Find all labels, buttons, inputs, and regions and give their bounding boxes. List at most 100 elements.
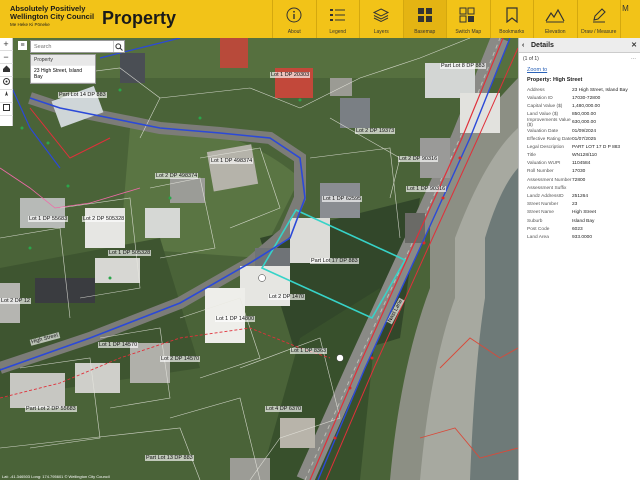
attribute-row: Assessment Number 72800 [527,176,640,184]
attribute-row: Title WN128/110 [527,152,640,160]
menu-icon[interactable]: ⋯ [631,56,636,62]
elevation-icon [545,5,565,25]
basemap-button[interactable]: Basemap [402,0,446,38]
attribute-key: Assessment Suffix [527,185,567,191]
lot-label: Lot 1 DP 62595 [322,196,363,202]
council-logo: Absolutely Positively Wellington City Co… [0,0,96,38]
lot-label: Lot 2 DP 12 [0,298,31,304]
lot-label: Part Lot 2 DP 55683 [25,406,77,412]
layers-label: Layers [373,29,389,35]
attribute-value: 850,000.00 [572,112,597,118]
switch-map-button[interactable]: Switch Map [446,0,490,38]
search-expand-button[interactable]: ≡ [18,41,27,50]
draw-icon [589,5,609,25]
app-title: Property [102,8,177,28]
lot-label: Lot 1 DP 55683 [28,216,69,222]
lot-label: Lot 2 DP 14570 [160,356,201,362]
lot-label: Lot 2 DP 498374 [155,173,199,179]
lot-label: Lot 1 DP 14800 [215,316,256,322]
elevation-button[interactable]: Elevation [533,0,577,38]
attribute-row: Address 23 High Street, Island Bay [527,86,640,94]
attribute-row: Street Number 23 [527,201,640,209]
lot-label: Lot 1 DP 8363 [290,348,328,354]
search-icon [115,42,123,51]
about-button[interactable]: About [272,0,316,38]
attribute-value: 6023 [572,226,583,232]
lot-label: Part Lot 8 DP 883 [440,63,486,69]
home-button[interactable] [0,64,13,77]
result-navigation: (1 of 1) ⋯ [519,53,640,64]
legend-icon [328,5,348,25]
attribute-key: Valuation ID [527,95,553,101]
attribute-value: 23 [572,202,578,208]
attribute-key: Street Number [527,202,559,208]
fullscreen-button[interactable] [0,103,13,116]
property-attributes: Address 23 High Street, Island Bay Valuati… [519,86,640,242]
compass-icon [4,91,8,96]
attribute-value: 23 High Street, Island Bay [572,87,628,93]
search-button[interactable] [113,41,124,52]
legend-button[interactable]: Legend [315,0,360,38]
attribute-key: Suburb [527,218,543,224]
layers-button[interactable]: Layers [359,0,403,38]
attribute-key: Street Name [527,210,554,216]
details-header: ‹ Details ✕ [519,38,640,53]
attribute-row: Roll Number 17030 [527,168,640,176]
attribute-key: Post Code [527,226,550,232]
attribute-row: Improvements Value ($) 630,000.00 [527,118,640,128]
property-title: Property: High Street [527,77,583,83]
search-box [30,40,125,53]
attribute-key: Valuation Date [527,128,559,134]
legend-label: Legend [329,29,347,35]
elevation-label: Elevation [544,29,566,35]
attribute-value: PART LOT 17 D P 883 [572,144,621,150]
attribute-key: Assessment Number [527,177,572,183]
search-input[interactable] [31,41,113,52]
fullscreen-icon [2,104,10,111]
basemap-icon [415,5,435,25]
compass-button[interactable] [0,90,13,103]
search-results-header: Property [31,55,95,66]
map-controls: + − [0,38,13,126]
zoom-to-link[interactable]: Zoom to [519,64,640,75]
map-attribution: Lat: -41.346503 Long: 174.795601 © Welli… [2,474,110,479]
attribute-value: 17030 [572,169,586,175]
attribute-value: High Street [572,210,596,216]
app-header: Absolutely Positively Wellington City Co… [0,0,640,38]
bookmarks-label: Bookmarks [499,29,525,35]
attribute-value: Island Bay [572,218,595,224]
lot-label: Lot 1 DP 14570 [98,342,139,348]
logo-line-2: Wellington City Council [10,12,95,21]
close-icon[interactable]: ✕ [631,41,637,49]
attribute-key: Land Value ($) [527,112,559,118]
switch-map-label: Switch Map [455,29,482,35]
locate-button[interactable] [0,77,13,90]
details-panel: ‹ Details ✕ (1 of 1) ⋯ Zoom to Property:… [518,38,640,480]
lot-label: Part Lot 17 DP 883 [310,258,359,264]
zoom-in-button[interactable]: + [0,38,13,51]
bookmarks-button[interactable]: Bookmarks [489,0,534,38]
collapse-icon[interactable]: ‹ [522,38,528,53]
search-results: Property 23 High Street, Island Bay [30,54,96,84]
attribute-key: Address [527,87,545,93]
home-icon [2,65,10,72]
attribute-row: Valuation WUPI 1104584 [527,160,640,168]
attribute-row: Street Name High Street [527,209,640,217]
attribute-value: 1104584 [572,161,591,167]
attribute-value: 01/07/2025 [572,136,597,142]
map-view[interactable]: Part Lot 14 DP 883 Lot 1 DP 20303 Part L… [0,38,518,480]
attribute-row: Valuation ID 17030-72800 [527,94,640,102]
attribute-row: Effective Rating Date 01/07/2025 [527,135,640,143]
zoom-out-button[interactable]: − [0,51,13,64]
lot-label: Lot 2 DP 90316 [398,156,439,162]
draw-measure-button[interactable]: Draw / Measure [576,0,621,38]
info-icon [284,5,304,25]
bookmark-icon [502,5,522,25]
attribute-key: Landz AddressID [527,194,564,200]
result-count: (1 of 1) [523,55,539,62]
search-result-item[interactable]: 23 High Street, Island Bay [31,66,95,83]
attribute-key: Roll Number [527,169,554,175]
more-tools-button[interactable]: M [620,0,630,38]
details-title: Details [531,41,554,49]
street-number-marker [258,274,266,282]
